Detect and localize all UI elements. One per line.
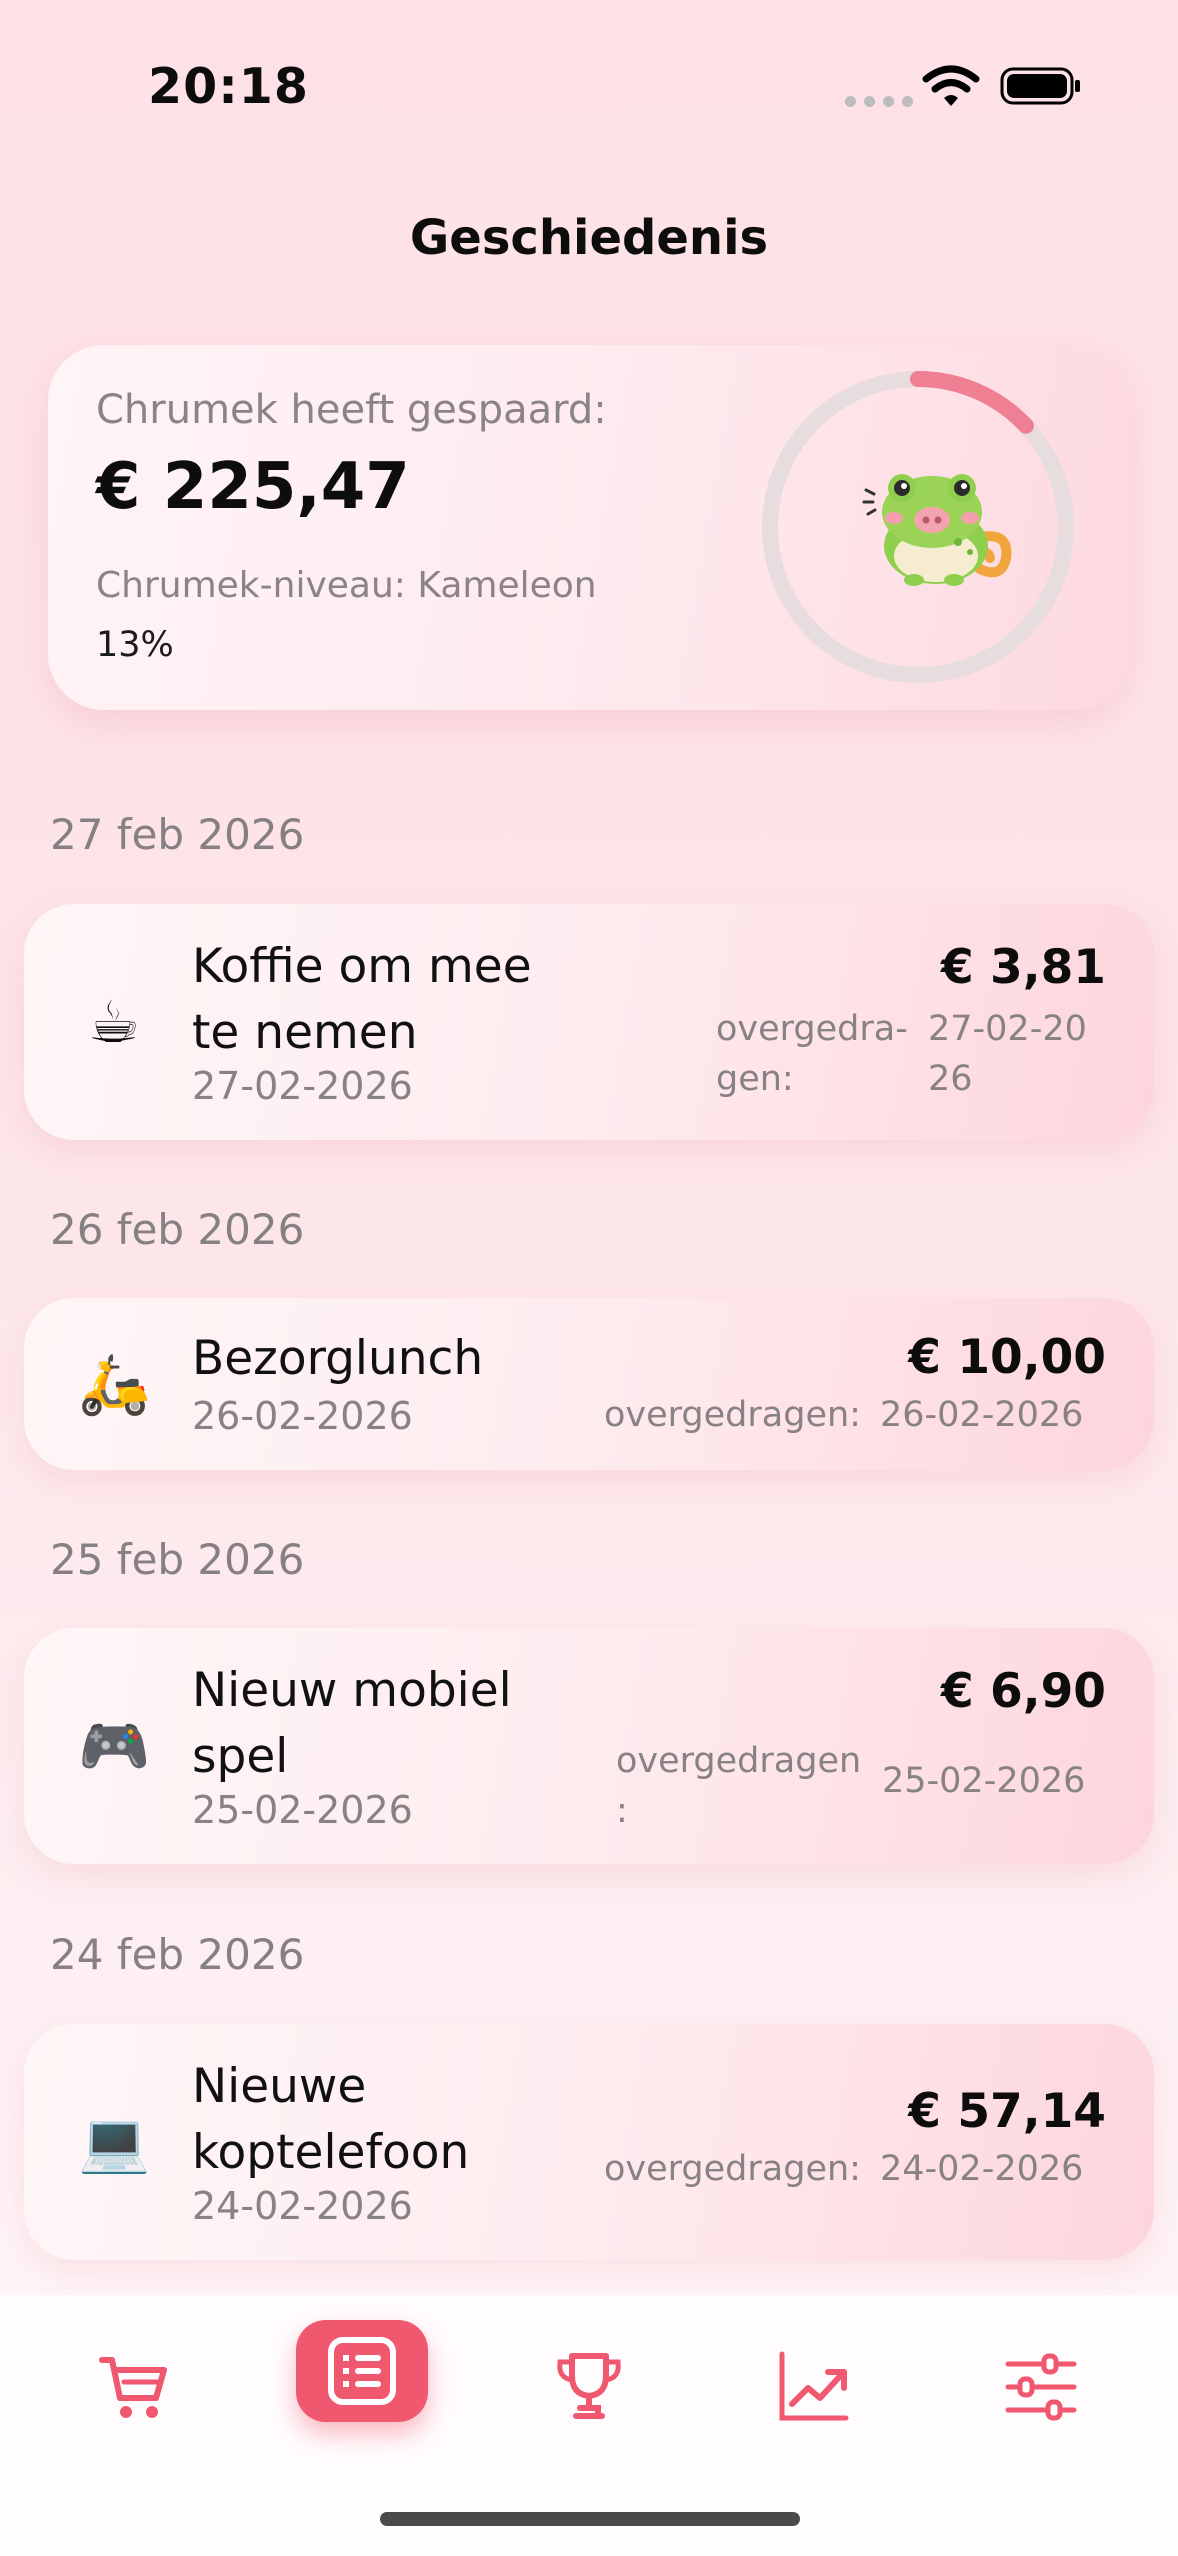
savings-summary-card: Chrumek heeft gespaard: € 225,47 Chrumek… bbox=[48, 345, 1130, 710]
transaction-title: Nieuwe koptelefoon bbox=[192, 2059, 470, 2180]
chart-trend-icon[interactable] bbox=[776, 2350, 850, 2424]
level-percent: 13% bbox=[96, 625, 174, 665]
date-header: 27 feb 2026 bbox=[50, 810, 305, 859]
scooter-icon: 🛵 bbox=[78, 1350, 151, 1418]
transaction-date: 26-02-2026 bbox=[192, 1394, 413, 1438]
battery-icon bbox=[1000, 67, 1080, 105]
transaction-date: 27-02-2026 bbox=[192, 1064, 413, 1108]
page-title: Geschiedenis bbox=[409, 210, 769, 266]
laptop-icon: 💻 bbox=[78, 2108, 151, 2176]
coffee-cup-icon: ☕ bbox=[88, 988, 140, 1056]
transaction-date: 25-02-2026 bbox=[192, 1788, 413, 1832]
transaction-amount: € 6,90 bbox=[940, 1664, 1106, 1719]
date-header: 26 feb 2026 bbox=[50, 1205, 305, 1254]
cart-icon[interactable] bbox=[98, 2350, 172, 2424]
history-list-icon[interactable] bbox=[325, 2334, 399, 2408]
transaction-title: Bezorglunch bbox=[192, 1331, 484, 1386]
date-header: 24 feb 2026 bbox=[50, 1930, 305, 1979]
transfer-label: overgedragen : bbox=[616, 1741, 862, 1831]
transaction-card[interactable]: 🎮 Nieuw mobiel spel 25-02-2026 € 6,90 ov… bbox=[24, 1628, 1154, 1864]
transaction-card[interactable]: 💻 Nieuwe koptelefoon 24-02-2026 € 57,14 … bbox=[24, 2024, 1154, 2260]
transfer-label: overgedragen: bbox=[604, 2149, 861, 2189]
transaction-title: Nieuw mobiel spel bbox=[192, 1663, 512, 1784]
transfer-label: overgedragen: bbox=[604, 1395, 861, 1435]
trophy-icon[interactable] bbox=[552, 2350, 626, 2424]
chameleon-pig-mascot-icon bbox=[862, 474, 1012, 586]
transaction-amount: € 57,14 bbox=[908, 2084, 1106, 2139]
transfer-date: 27-02-20 26 bbox=[928, 1009, 1087, 1099]
level-label: Chrumek-niveau: Kameleon bbox=[96, 565, 597, 606]
transaction-amount: € 3,81 bbox=[940, 940, 1106, 995]
transfer-date: 25-02-2026 bbox=[882, 1761, 1086, 1801]
transfer-date: 24-02-2026 bbox=[880, 2149, 1084, 2189]
transaction-date: 24-02-2026 bbox=[192, 2184, 413, 2228]
saved-amount: € 225,47 bbox=[96, 450, 410, 524]
transfer-label: overgedra- gen: bbox=[716, 1009, 908, 1099]
saved-label: Chrumek heeft gespaard: bbox=[96, 387, 607, 433]
transfer-date: 26-02-2026 bbox=[880, 1395, 1084, 1435]
transaction-title: Koffie om mee te nemen bbox=[192, 939, 532, 1060]
home-indicator bbox=[380, 2512, 800, 2526]
transaction-card[interactable]: ☕ Koffie om mee te nemen 27-02-2026 € 3,… bbox=[24, 904, 1154, 1140]
transaction-card[interactable]: 🛵 Bezorglunch 26-02-2026 € 10,00 overged… bbox=[24, 1298, 1154, 1470]
status-time: 20:18 bbox=[148, 58, 309, 115]
status-bar: 20:18 bbox=[0, 0, 1178, 170]
wifi-icon bbox=[922, 65, 980, 106]
transaction-amount: € 10,00 bbox=[908, 1330, 1106, 1385]
game-controller-icon: 🎮 bbox=[78, 1712, 151, 1780]
sliders-icon[interactable] bbox=[1004, 2350, 1078, 2424]
date-header: 25 feb 2026 bbox=[50, 1535, 305, 1584]
cellular-signal-icon bbox=[845, 96, 913, 107]
